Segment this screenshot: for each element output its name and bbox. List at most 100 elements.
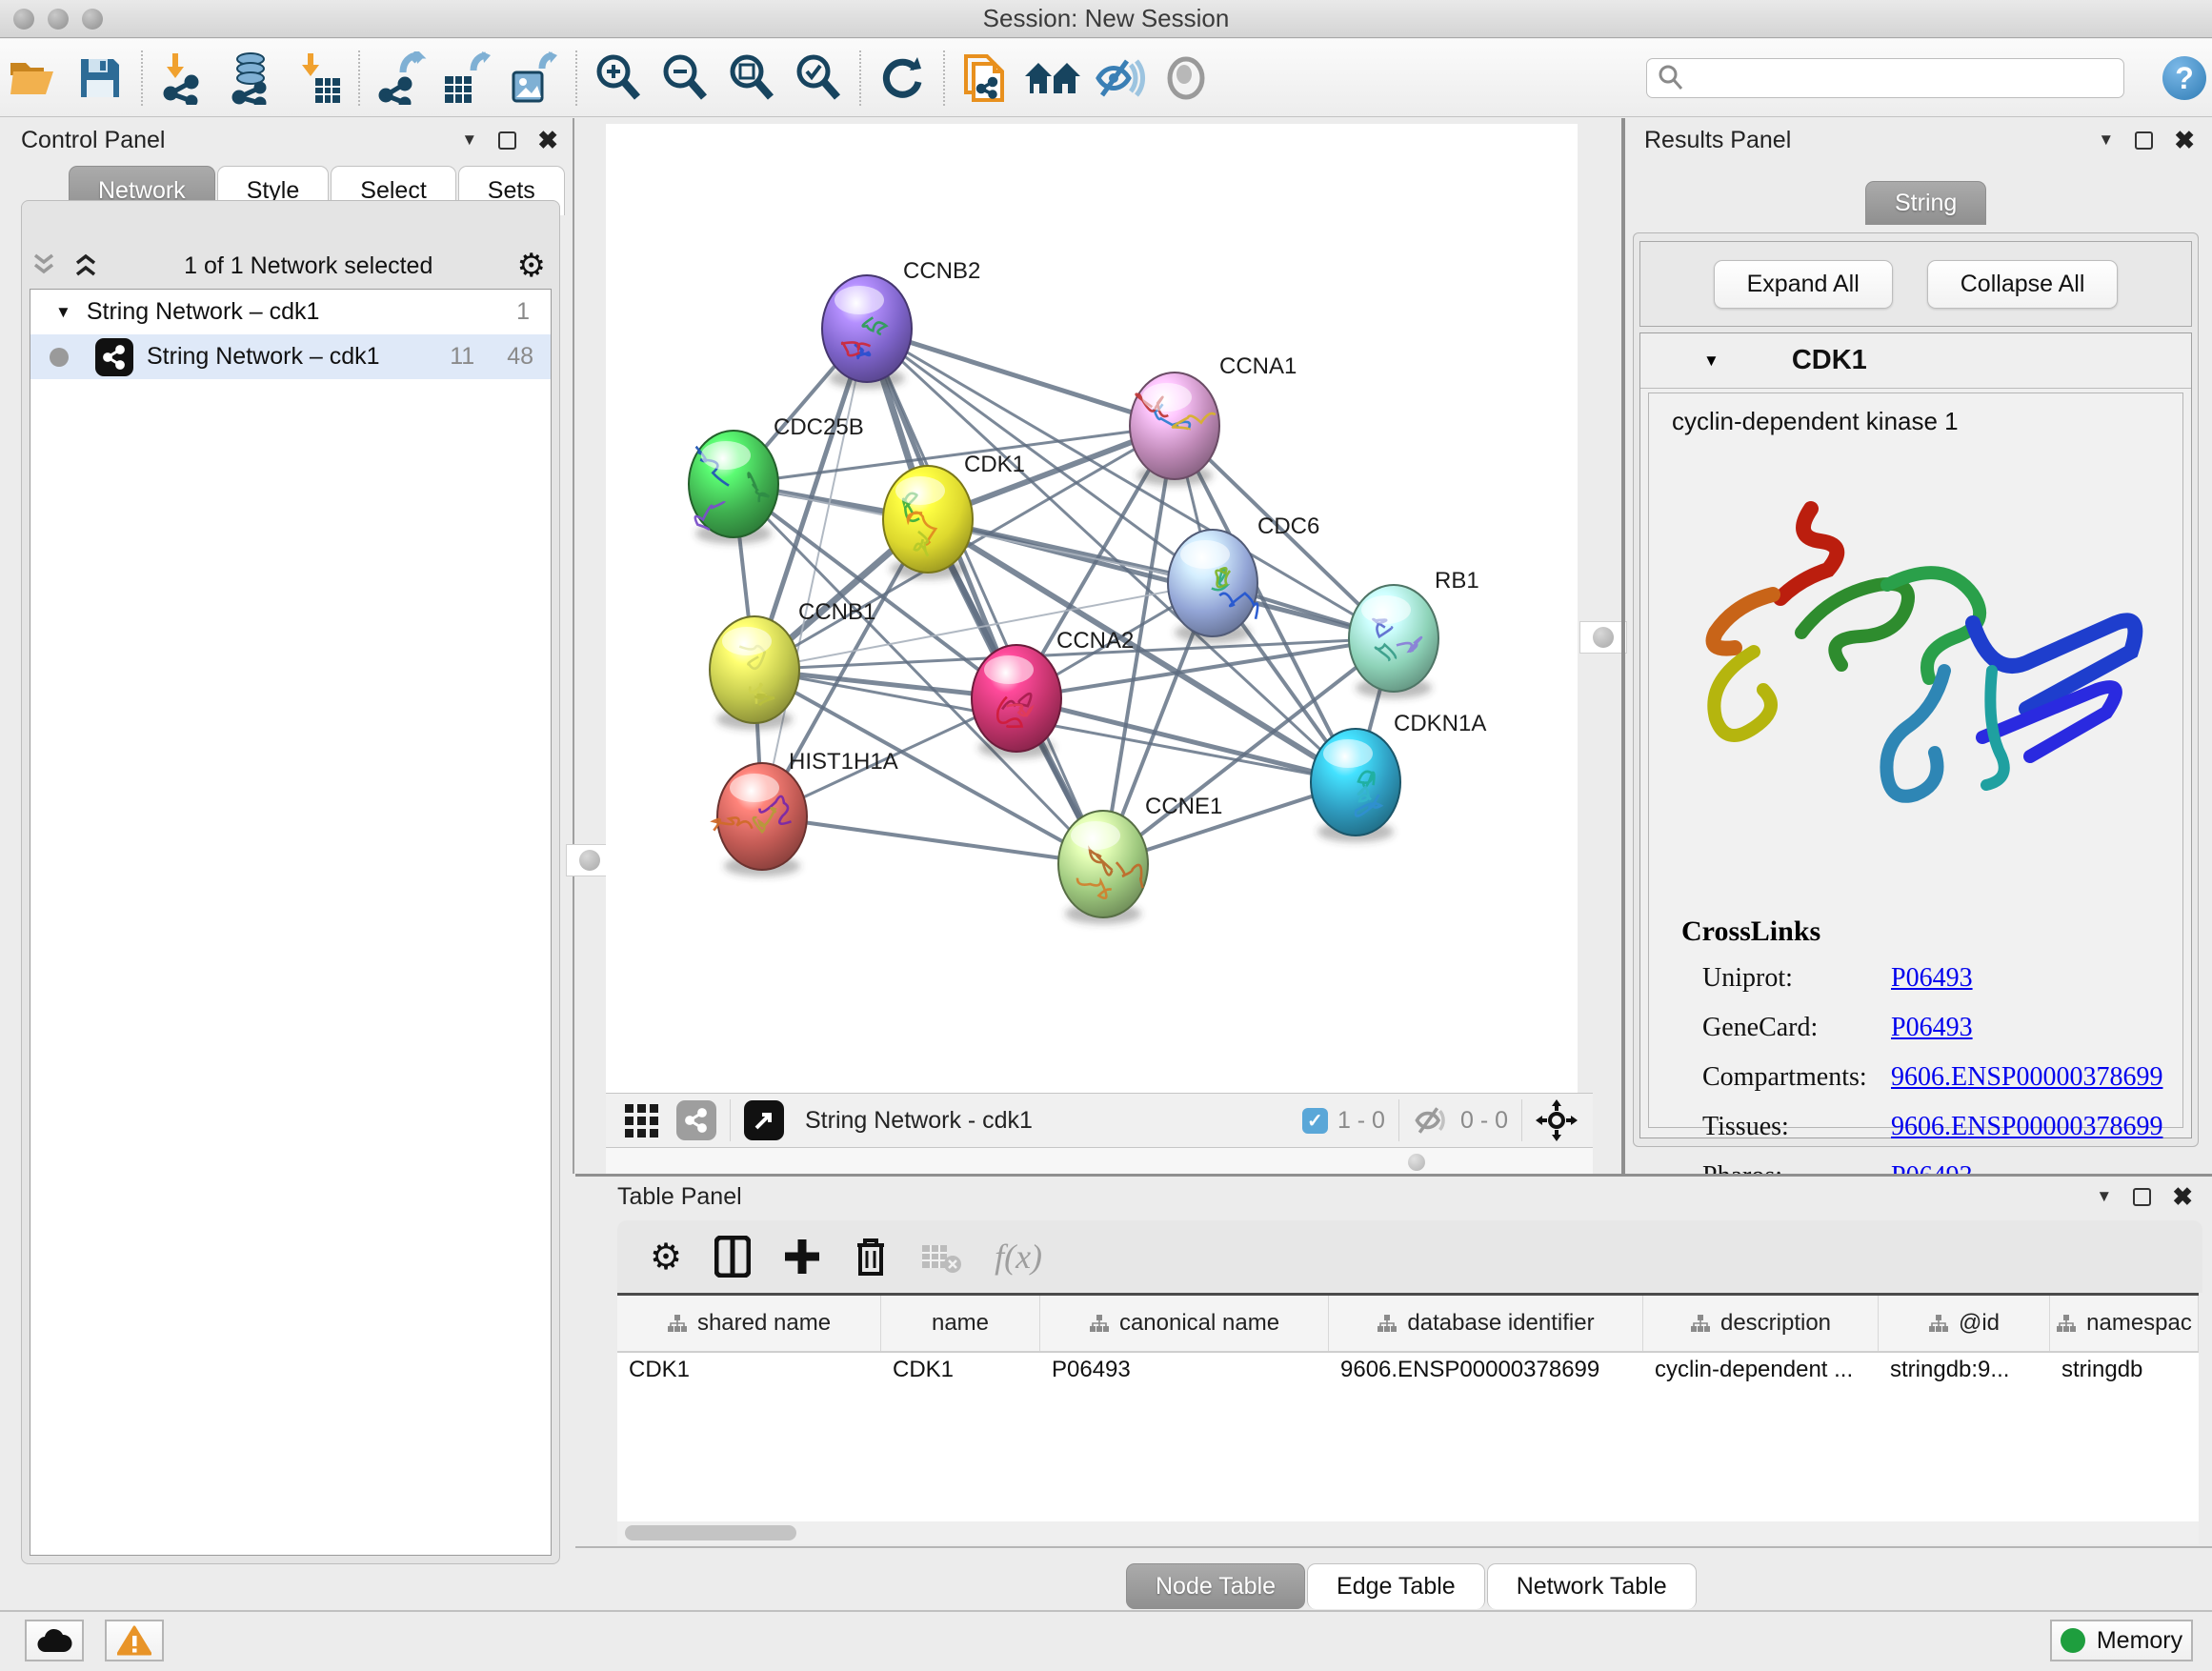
column-header-@id[interactable]: @id	[1879, 1296, 2050, 1351]
cell-name[interactable]: CDK1	[881, 1353, 1040, 1391]
tab-string[interactable]: String	[1865, 181, 1986, 225]
node-CDC25B[interactable]: CDC25B	[689, 414, 864, 544]
home-network-icon[interactable]	[1019, 48, 1086, 109]
crosslink-label: Uniprot:	[1681, 963, 1891, 994]
node-RB1[interactable]: RB1	[1349, 568, 1479, 698]
network-collection-row[interactable]: ▼ String Network – cdk1 1	[30, 290, 551, 334]
import-database-icon[interactable]	[217, 48, 284, 109]
save-session-icon[interactable]	[67, 48, 133, 109]
title-bar: Session: New Session	[0, 0, 2212, 38]
cdk1-section-header[interactable]: ▼ CDK1	[1640, 333, 2191, 389]
open-session-icon[interactable]	[0, 48, 67, 109]
edge-CCNB2-CCNA1[interactable]	[867, 329, 1175, 426]
crosslink-link[interactable]: P06493	[1891, 1013, 1973, 1043]
node-count: 11	[450, 343, 474, 371]
section-collapse-icon[interactable]: ▼	[1703, 352, 1719, 371]
export-table-icon[interactable]	[434, 48, 501, 109]
grid-view-icon[interactable]	[623, 1100, 663, 1140]
float-panel-icon[interactable]	[2135, 131, 2153, 150]
table-row[interactable]: CDK1CDK1P064939606.ENSP00000378699cyclin…	[617, 1353, 2199, 1391]
shared-column-icon	[667, 1314, 688, 1333]
cell-database-identifier[interactable]: 9606.ENSP00000378699	[1329, 1353, 1643, 1391]
zoom-out-icon[interactable]	[652, 48, 718, 109]
column-header-description[interactable]: description	[1643, 1296, 1879, 1351]
column-header-namespac[interactable]: namespac	[2050, 1296, 2199, 1351]
cell-shared-name[interactable]: CDK1	[617, 1353, 881, 1391]
table-hscrollbar[interactable]	[617, 1521, 2199, 1544]
crosslink-link[interactable]: P06493	[1891, 963, 1973, 994]
close-panel-icon[interactable]: ✖	[537, 128, 558, 152]
edge-HIST1H1A-CCNE1[interactable]	[762, 816, 1103, 864]
function-builder-icon[interactable]: f(x)	[995, 1237, 1042, 1277]
refresh-icon[interactable]	[869, 48, 935, 109]
help-icon[interactable]: ?	[2162, 56, 2206, 100]
delete-table-icon[interactable]	[920, 1239, 962, 1274]
cell-@id[interactable]: stringdb:9...	[1879, 1353, 2050, 1391]
hide-selected-icon[interactable]	[1086, 48, 1153, 109]
tab-network-table[interactable]: Network Table	[1487, 1563, 1697, 1609]
memory-button[interactable]: Memory	[2050, 1620, 2193, 1661]
tab-edge-table[interactable]: Edge Table	[1307, 1563, 1485, 1609]
panel-menu-icon[interactable]: ▼	[461, 131, 477, 150]
import-table-icon[interactable]	[284, 48, 351, 109]
zoom-selected-icon[interactable]	[785, 48, 852, 109]
add-column-icon[interactable]	[783, 1238, 821, 1276]
hscrollbar-thumb[interactable]	[625, 1525, 796, 1540]
zoom-in-icon[interactable]	[585, 48, 652, 109]
panel-menu-icon[interactable]: ▼	[2096, 1187, 2112, 1206]
tab-node-table[interactable]: Node Table	[1126, 1563, 1305, 1609]
column-header-canonical-name[interactable]: canonical name	[1040, 1296, 1329, 1351]
right-splitter-handle[interactable]	[1579, 621, 1627, 654]
warnings-button[interactable]	[105, 1620, 164, 1661]
column-header-name[interactable]: name	[881, 1296, 1040, 1351]
export-image-icon[interactable]	[501, 48, 568, 109]
edge-CCNB2-CCNE1[interactable]	[867, 329, 1103, 864]
node-table[interactable]: shared namenamecanonical namedatabase id…	[617, 1293, 2199, 1521]
search-input[interactable]	[1695, 61, 2123, 95]
node-CDKN1A[interactable]: CDKN1A	[1311, 711, 1486, 842]
expand-all-button[interactable]: Expand All	[1714, 260, 1893, 309]
node-CDK1[interactable]: CDK1	[883, 452, 1025, 579]
float-panel-icon[interactable]	[2133, 1188, 2151, 1206]
float-panel-icon[interactable]	[498, 131, 516, 150]
cell-canonical-name[interactable]: P06493	[1040, 1353, 1329, 1391]
show-eye-icon[interactable]	[1153, 48, 1219, 109]
column-header-database-identifier[interactable]: database identifier	[1329, 1296, 1643, 1351]
import-network-icon[interactable]	[151, 48, 217, 109]
close-panel-icon[interactable]: ✖	[2174, 128, 2195, 152]
table-options-gear-icon[interactable]: ⚙	[650, 1236, 682, 1278]
toolbar-separator	[358, 50, 360, 106]
close-panel-icon[interactable]: ✖	[2172, 1184, 2193, 1209]
collapse-all-icon[interactable]	[30, 252, 58, 280]
collection-expand-icon[interactable]: ▼	[55, 303, 71, 322]
crosslink-link[interactable]: 9606.ENSP00000378699	[1891, 1112, 2162, 1142]
detach-view-icon[interactable]	[744, 1100, 784, 1140]
selected-nodes-checkbox-icon[interactable]: ✓	[1302, 1108, 1328, 1134]
expand-all-icon[interactable]	[71, 252, 100, 280]
network-options-gear-icon[interactable]: ⚙	[517, 247, 546, 285]
cell-description[interactable]: cyclin-dependent ...	[1643, 1353, 1879, 1391]
show-columns-icon[interactable]	[714, 1236, 751, 1278]
crosslink-link[interactable]: 9606.ENSP00000378699	[1891, 1062, 2162, 1093]
panel-menu-icon[interactable]: ▼	[2098, 131, 2114, 150]
network-row-selected[interactable]: String Network – cdk1 11 48	[30, 334, 551, 379]
network-view-share-icon[interactable]	[676, 1100, 716, 1140]
table-panel-splitter[interactable]	[606, 1148, 1593, 1174]
node-CCNB2[interactable]: CCNB2	[822, 258, 980, 389]
results-panel-divider[interactable]	[1621, 118, 1625, 1174]
table-splitter-handle[interactable]	[1408, 1154, 1425, 1171]
cloud-status-button[interactable]	[25, 1620, 84, 1661]
cell-namespac[interactable]: stringdb	[2050, 1353, 2199, 1391]
export-network-icon[interactable]	[368, 48, 434, 109]
collapse-all-button[interactable]: Collapse All	[1927, 260, 2119, 309]
network-canvas[interactable]: CCNB2CCNA1CDC25BCDK1CDC6RB1CCNB1CCNA2CDK…	[606, 124, 1578, 1093]
node-CCNE1[interactable]: CCNE1	[1058, 794, 1222, 924]
birds-eye-view-icon[interactable]	[1536, 1099, 1578, 1141]
node-label-CDC25B: CDC25B	[774, 414, 864, 440]
share-document-icon[interactable]	[953, 48, 1019, 109]
delete-column-icon[interactable]	[854, 1236, 888, 1278]
zoom-fit-icon[interactable]	[718, 48, 785, 109]
node-HIST1H1A[interactable]: HIST1H1A	[714, 749, 898, 876]
column-header-shared-name[interactable]: shared name	[617, 1296, 881, 1351]
edge-CDK1-RB1[interactable]	[928, 519, 1394, 638]
